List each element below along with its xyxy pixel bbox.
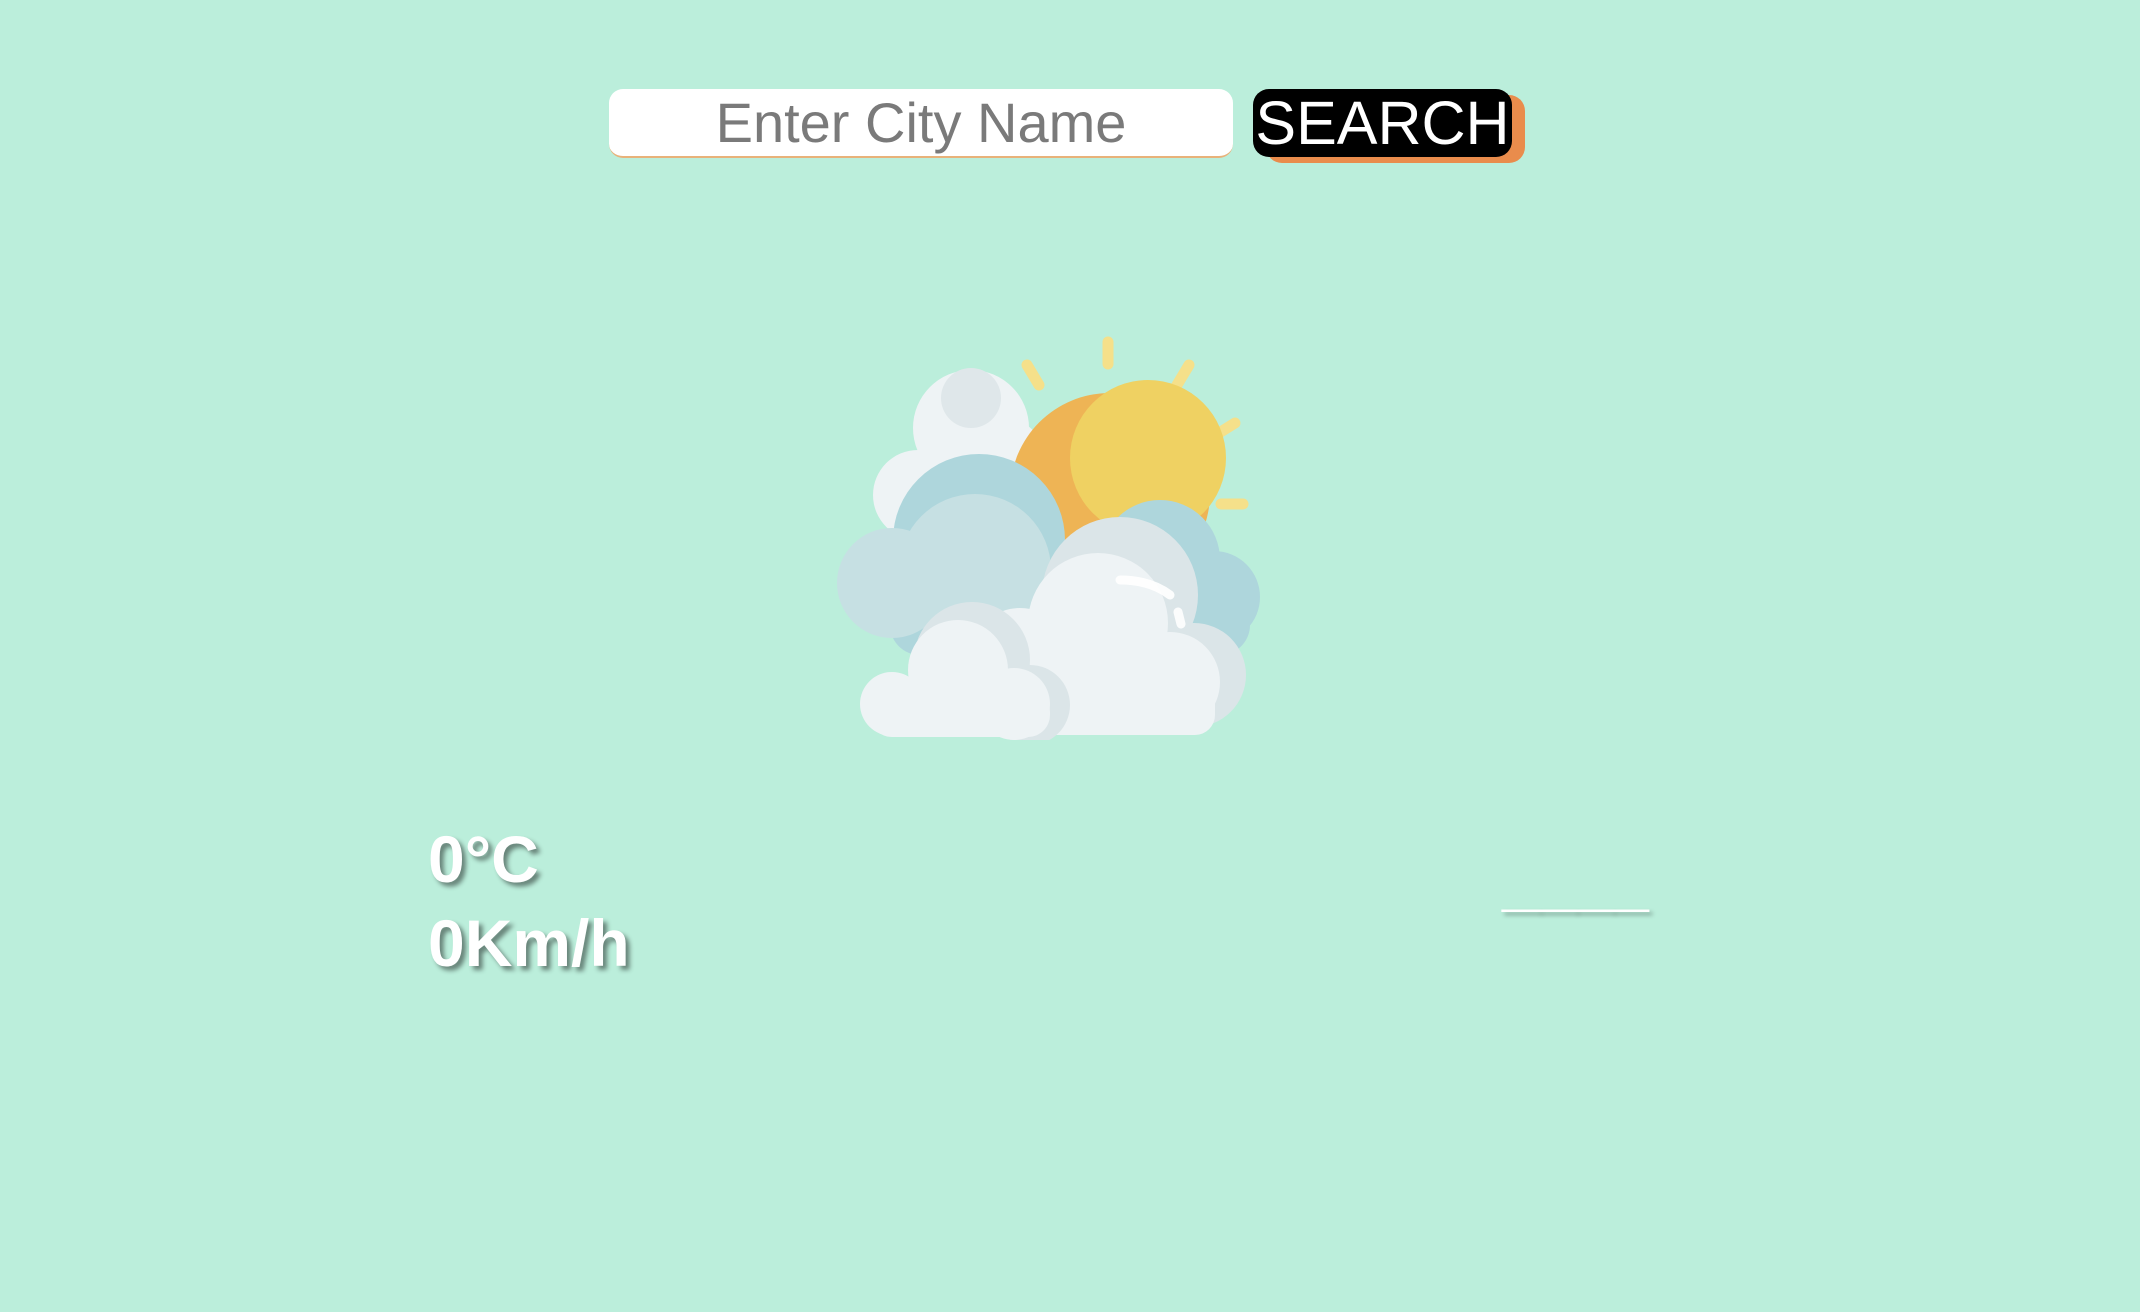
wind-speed-value: 0Km/h <box>428 906 630 980</box>
partly-cloudy-icon <box>837 336 1260 740</box>
temperature-value: 0°C <box>428 822 539 896</box>
search-button[interactable]: SEARCH <box>1253 89 1512 157</box>
city-search-field[interactable] <box>609 89 1233 158</box>
city-name: ____ <box>1502 844 1649 918</box>
city-search-input[interactable] <box>609 89 1233 156</box>
